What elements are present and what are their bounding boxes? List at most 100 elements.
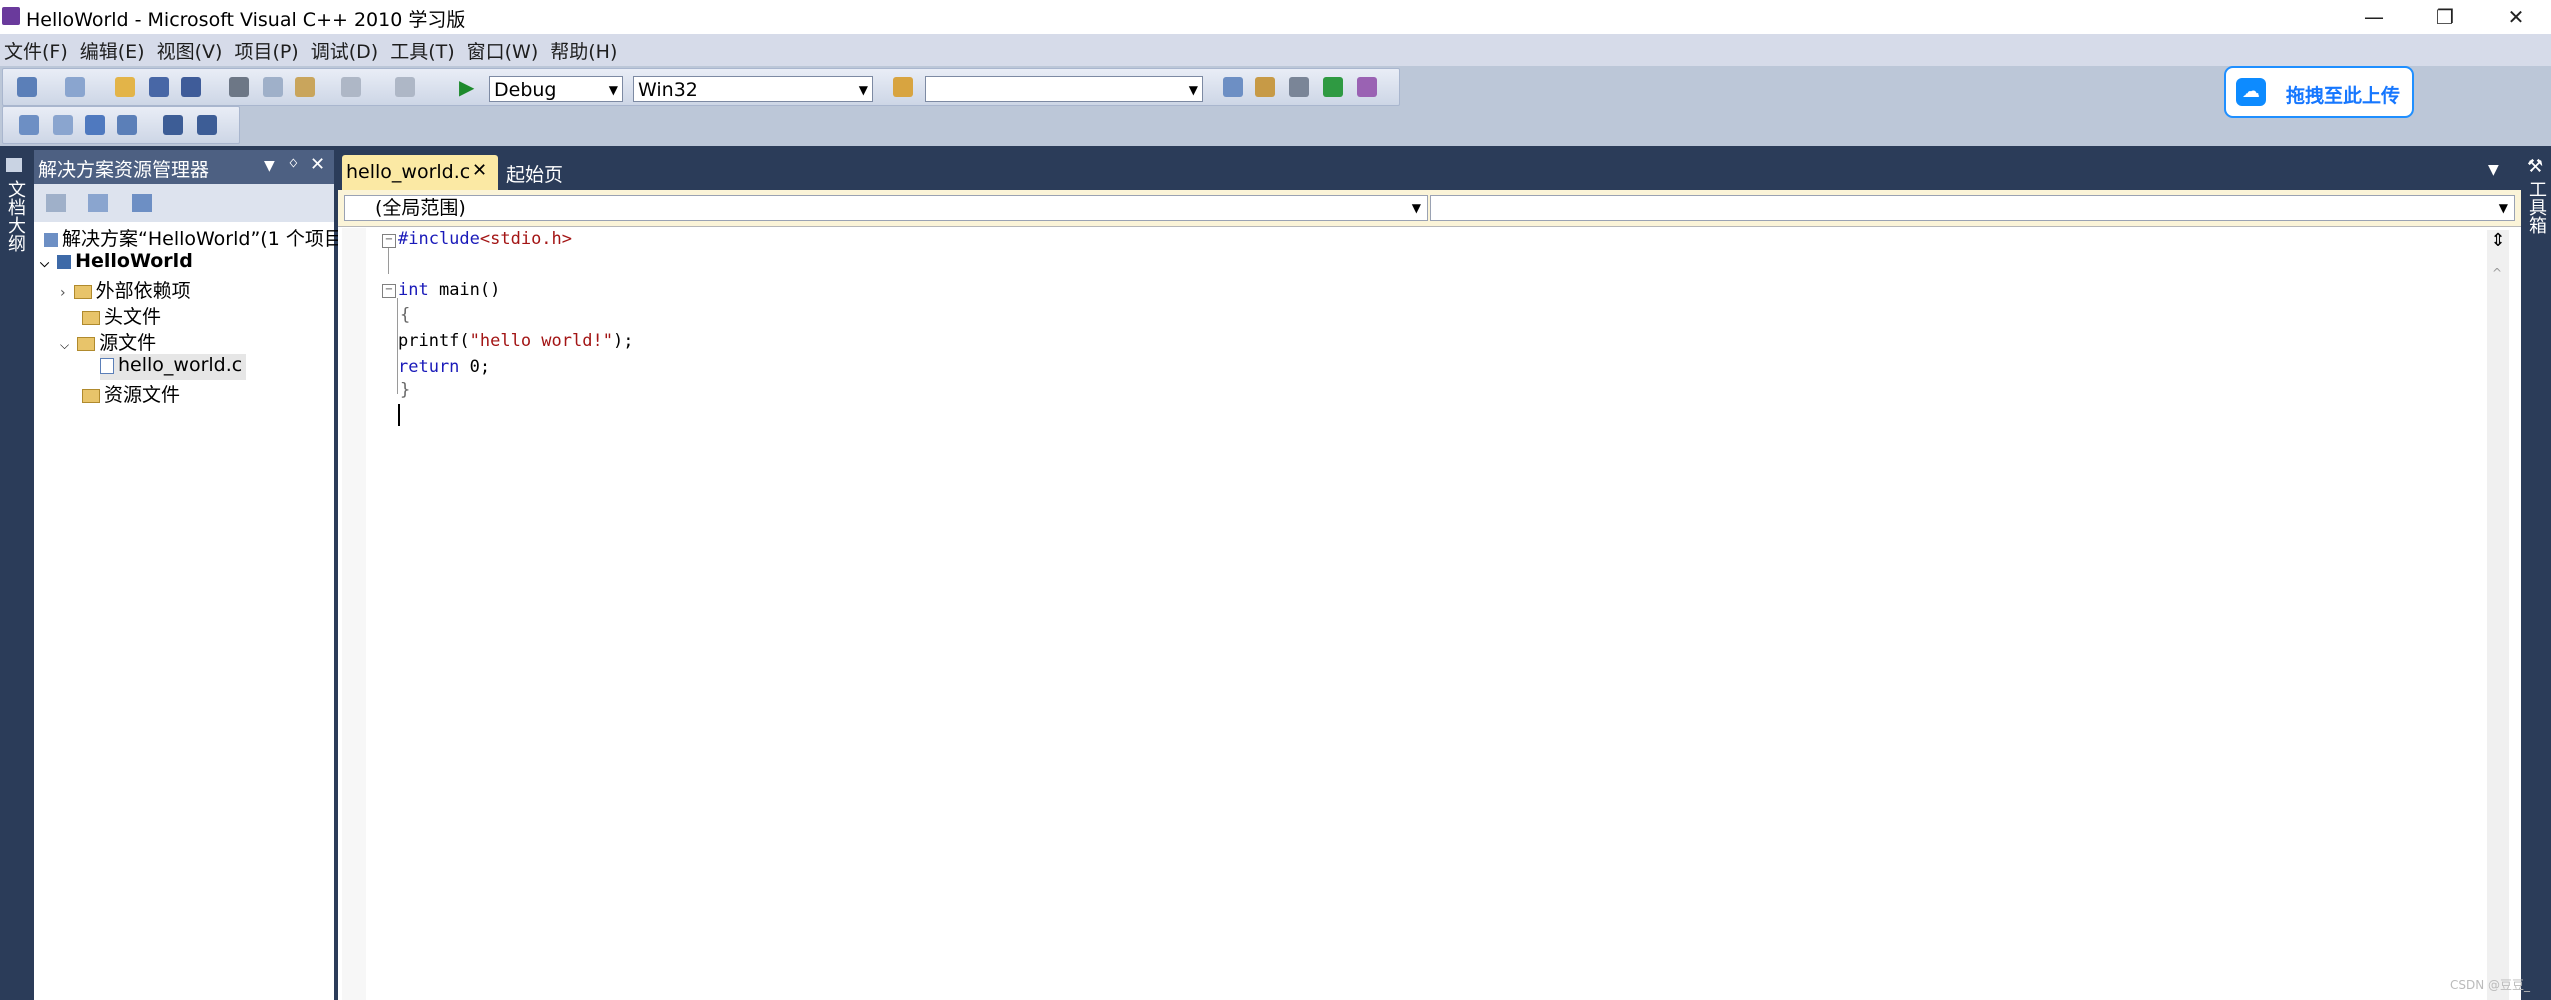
string-literal: "hello world!" [469, 331, 613, 351]
code-line-4[interactable]: { [400, 305, 410, 325]
solution-explorer-title: 解决方案资源管理器 [38, 159, 210, 181]
start-page-icon[interactable] [1323, 77, 1343, 97]
tab-label: hello_world.c [346, 161, 471, 183]
code-line-3[interactable]: int main() [398, 280, 500, 300]
menu-window[interactable]: 窗口(W) [463, 37, 547, 64]
fold-icon[interactable]: − [382, 234, 396, 248]
find-combo[interactable]: ▼ [925, 76, 1203, 102]
start-debug-icon[interactable]: ▶ [459, 77, 479, 97]
new-project-icon[interactable] [17, 77, 37, 97]
tree-item-resource-files[interactable]: 资源文件 [82, 380, 180, 406]
text-cursor [398, 404, 400, 426]
menu-project[interactable]: 项目(P) [230, 37, 306, 64]
tools-icon[interactable] [1289, 77, 1309, 97]
project-icon [57, 254, 72, 269]
menu-edit[interactable]: 编辑(E) [76, 37, 153, 64]
tab-hello-world-c[interactable]: hello_world.c ✕ [342, 155, 498, 190]
c-file-icon [100, 357, 114, 374]
scroll-up-icon[interactable]: ^ [2492, 266, 2502, 280]
chevron-down-icon: ▼ [1188, 83, 1198, 97]
collapse-icon[interactable]: ⌵ [60, 338, 69, 352]
member-list-icon[interactable] [19, 115, 39, 135]
tab-start-page[interactable]: 起始页 [506, 160, 563, 187]
vertical-scrollbar[interactable]: ⇕ ^ [2487, 230, 2509, 1000]
show-all-files-icon[interactable] [88, 194, 108, 212]
tree-item-label: HelloWorld [75, 250, 193, 272]
cloud-icon: ☁ [2236, 78, 2266, 106]
find-in-files-icon[interactable] [893, 77, 913, 97]
solution-explorer-header: 解决方案资源管理器 ▼ ᛜ ✕ [34, 150, 334, 184]
scope-select[interactable]: (全局范围) ▼ [344, 195, 1428, 221]
tree-item-project[interactable]: ⌵ HelloWorld [40, 250, 193, 276]
solution-explorer-icon[interactable] [1223, 77, 1243, 97]
fold-icon[interactable]: − [382, 284, 396, 298]
save-all-icon[interactable] [181, 77, 201, 97]
configuration-select[interactable]: Debug ▼ [489, 76, 623, 102]
platform-select[interactable]: Win32 ▼ [633, 76, 873, 102]
tree-item-solution[interactable]: 解决方案“HelloWorld”(1 个项目) [44, 224, 350, 250]
keyword: return [398, 357, 460, 377]
split-handle-icon[interactable]: ⇕ [2489, 230, 2507, 252]
save-icon[interactable] [149, 77, 169, 97]
preprocessor-directive: #include [398, 229, 480, 249]
uncomment-lines-icon[interactable] [197, 115, 217, 135]
solution-explorer-toolbar [34, 184, 334, 222]
paste-icon[interactable] [295, 77, 315, 97]
code-line-5[interactable]: printf("hello world!"); [398, 331, 633, 351]
cut-icon[interactable] [229, 77, 249, 97]
tree-item-label: 外部依赖项 [95, 280, 191, 302]
watermark: CSDN @豆豆_ [2450, 978, 2531, 992]
pin-icon[interactable]: ᛜ [288, 154, 299, 175]
copy-icon[interactable] [263, 77, 283, 97]
tree-item-label: 资源文件 [104, 384, 181, 406]
tree-item-label: 解决方案“HelloWorld”(1 个项目) [62, 228, 351, 250]
comment-lines-icon[interactable] [163, 115, 183, 135]
quick-info-icon[interactable] [85, 115, 105, 135]
properties-icon[interactable] [46, 194, 66, 212]
open-file-icon[interactable] [115, 77, 135, 97]
chevron-down-icon: ▼ [858, 83, 868, 97]
undo-icon[interactable] [341, 77, 361, 97]
code-line-1[interactable]: #include<stdio.h> [398, 229, 572, 249]
chevron-down-icon: ▼ [2498, 201, 2508, 215]
menu-file[interactable]: 文件(F) [0, 37, 76, 64]
param-info-icon[interactable] [53, 115, 73, 135]
add-item-icon[interactable] [65, 77, 85, 97]
close-button[interactable]: ✕ [2481, 0, 2551, 34]
document-outline-label: 文档大纲 [5, 180, 26, 252]
keyword: int [398, 280, 429, 300]
expand-icon[interactable]: › [60, 285, 66, 301]
menu-view[interactable]: 视图(V) [153, 37, 231, 64]
menu-tools[interactable]: 工具(T) [386, 37, 462, 64]
code-line-7[interactable]: } [400, 380, 410, 400]
toolbox-strip[interactable]: ⚒ 工具箱 [2521, 146, 2551, 1000]
document-outline-strip[interactable]: 文档大纲 [0, 146, 30, 1000]
tab-dropdown-icon[interactable]: ▼ [2488, 162, 2499, 178]
tree-item-label: hello_world.c [118, 354, 243, 376]
view-class-diagram-icon[interactable] [132, 194, 152, 212]
properties-icon[interactable] [1255, 77, 1275, 97]
member-select[interactable]: ▼ [1430, 195, 2515, 221]
navigation-bar: (全局范围) ▼ ▼ [338, 190, 2521, 227]
dropdown-icon[interactable]: ▼ [264, 158, 275, 174]
minimize-button[interactable]: — [2339, 0, 2409, 34]
code-line-6[interactable]: return 0; [398, 357, 490, 377]
toolbox-label: 工具箱 [2526, 180, 2547, 234]
tree-item-header-files[interactable]: 头文件 [82, 302, 161, 328]
restore-button[interactable]: ❐ [2410, 0, 2480, 34]
menu-debug[interactable]: 调试(D) [307, 37, 386, 64]
folder-icon [73, 284, 92, 299]
upload-widget[interactable]: ☁ 拖拽至此上传 [2224, 66, 2414, 118]
tree-item-hello-world-c[interactable]: hello_world.c [100, 354, 247, 380]
redo-icon[interactable] [395, 77, 415, 97]
tree-item-external-deps[interactable]: › 外部依赖项 [60, 276, 191, 302]
outline-icon [6, 158, 22, 172]
class-view-icon[interactable] [1357, 77, 1377, 97]
complete-word-icon[interactable] [117, 115, 137, 135]
close-icon[interactable]: ✕ [472, 160, 487, 181]
menu-help[interactable]: 帮助(H) [546, 37, 625, 64]
close-icon[interactable]: ✕ [310, 154, 325, 175]
tree-item-label: 头文件 [104, 306, 162, 328]
tree-item-source-files[interactable]: ⌵ 源文件 [60, 328, 156, 354]
collapse-icon[interactable]: ⌵ [40, 256, 49, 270]
